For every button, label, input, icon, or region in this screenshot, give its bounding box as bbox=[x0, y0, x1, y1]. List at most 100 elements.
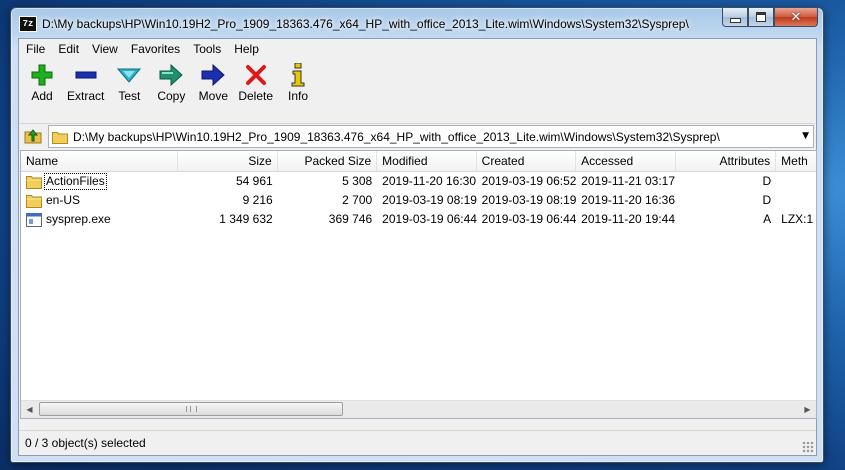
menu-edit[interactable]: Edit bbox=[51, 39, 85, 59]
scroll-left-icon[interactable]: ◀ bbox=[21, 401, 38, 418]
folder-icon bbox=[52, 130, 68, 144]
window-title: D:\My backups\HP\Win10.19H2_Pro_1909_183… bbox=[42, 17, 689, 31]
title-bar[interactable]: 7z D:\My backups\HP\Win10.19H2_Pro_1909_… bbox=[11, 8, 823, 38]
list-header: Name Size Packed Size Modified Created A… bbox=[21, 151, 816, 172]
created-cell: 2019-03-19 08:19 bbox=[481, 193, 577, 207]
method-cell bbox=[776, 172, 816, 191]
delete-button[interactable]: Delete bbox=[234, 62, 277, 118]
close-button[interactable]: ✕ bbox=[774, 8, 818, 27]
size-cell: 54 961 bbox=[235, 174, 273, 188]
list-item[interactable]: en-US 9 216 2 700 2019-03-19 08:19 2019-… bbox=[21, 191, 816, 210]
column-header-created[interactable]: Created bbox=[477, 151, 577, 171]
method-cell bbox=[776, 191, 816, 210]
attributes-cell: D bbox=[762, 193, 772, 207]
attributes-cell: A bbox=[763, 212, 772, 226]
app-window: 7z D:\My backups\HP\Win10.19H2_Pro_1909_… bbox=[10, 7, 824, 463]
menu-view[interactable]: View bbox=[85, 39, 124, 59]
grip-icon bbox=[186, 406, 197, 412]
scroll-right-icon[interactable]: ▶ bbox=[799, 401, 816, 418]
check-icon bbox=[115, 62, 143, 88]
packed-size-cell: 2 700 bbox=[342, 193, 373, 207]
minimize-button[interactable] bbox=[722, 8, 748, 27]
size-cell: 9 216 bbox=[242, 193, 273, 207]
path-combobox[interactable]: D:\My backups\HP\Win10.19H2_Pro_1909_183… bbox=[48, 125, 814, 148]
status-bar: 0 / 3 object(s) selected bbox=[19, 430, 816, 455]
caption-buttons: ✕ bbox=[722, 8, 818, 28]
folder-icon bbox=[26, 194, 42, 208]
attributes-cell: D bbox=[762, 174, 772, 188]
copy-arrow-icon bbox=[157, 62, 185, 88]
up-folder-icon bbox=[24, 129, 42, 144]
selection-status: 0 / 3 object(s) selected bbox=[25, 436, 146, 450]
toolbar: Add Extract Test Copy Move Delete Info bbox=[19, 62, 816, 118]
delete-x-icon bbox=[242, 62, 270, 88]
list-rows: ActionFiles 54 961 5 308 2019-11-20 16:3… bbox=[21, 172, 816, 229]
size-cell: 1 349 632 bbox=[219, 212, 273, 226]
packed-size-cell: 5 308 bbox=[342, 174, 373, 188]
column-header-accessed[interactable]: Accessed bbox=[576, 151, 676, 171]
accessed-cell: 2019-11-21 03:17 bbox=[581, 174, 676, 188]
accessed-cell: 2019-11-20 19:44 bbox=[581, 212, 676, 226]
method-cell: LZX:1 bbox=[781, 212, 814, 226]
name-cell: sysprep.exe bbox=[21, 210, 178, 229]
column-header-name[interactable]: Name bbox=[21, 151, 179, 171]
packed-size-cell: 369 746 bbox=[328, 212, 373, 226]
test-label: Test bbox=[118, 89, 141, 103]
column-header-packed-size[interactable]: Packed Size bbox=[278, 151, 378, 171]
name-cell: ActionFiles bbox=[21, 172, 178, 191]
created-cell: 2019-03-19 06:44 bbox=[481, 212, 577, 226]
column-header-attributes[interactable]: Attributes bbox=[676, 151, 777, 171]
column-header-size[interactable]: Size bbox=[178, 151, 278, 171]
move-button[interactable]: Move bbox=[192, 62, 234, 118]
close-icon: ✕ bbox=[790, 9, 802, 25]
file-list: Name Size Packed Size Modified Created A… bbox=[20, 150, 817, 419]
menu-bar: File Edit View Favorites Tools Help bbox=[19, 39, 816, 59]
column-header-modified[interactable]: Modified bbox=[377, 151, 477, 171]
maximize-button[interactable] bbox=[748, 8, 774, 27]
add-button[interactable]: Add bbox=[21, 62, 63, 118]
up-folder-button[interactable] bbox=[23, 127, 43, 145]
menu-tools[interactable]: Tools bbox=[186, 39, 227, 59]
7zip-app-icon[interactable]: 7z bbox=[19, 16, 37, 32]
list-item[interactable]: ActionFiles 54 961 5 308 2019-11-20 16:3… bbox=[21, 172, 816, 191]
move-arrow-icon bbox=[199, 62, 227, 88]
maximize-icon bbox=[756, 12, 766, 22]
info-button[interactable]: Info bbox=[277, 62, 319, 118]
exe-file-icon bbox=[26, 212, 42, 227]
file-name: sysprep.exe bbox=[46, 212, 111, 226]
resize-grip-icon[interactable] bbox=[802, 441, 814, 453]
info-label: Info bbox=[288, 89, 309, 103]
move-label: Move bbox=[198, 89, 229, 103]
copy-button[interactable]: Copy bbox=[150, 62, 192, 118]
scrollbar-thumb[interactable] bbox=[39, 402, 343, 416]
plus-icon bbox=[28, 62, 56, 88]
add-label: Add bbox=[31, 89, 53, 103]
path-text: D:\My backups\HP\Win10.19H2_Pro_1909_183… bbox=[73, 129, 720, 144]
extract-label: Extract bbox=[67, 89, 105, 103]
minus-icon bbox=[72, 62, 100, 88]
column-header-method[interactable]: Meth bbox=[776, 151, 816, 171]
horizontal-scrollbar[interactable]: ◀ ▶ bbox=[21, 400, 816, 418]
client-area: File Edit View Favorites Tools Help Add … bbox=[18, 38, 817, 456]
address-bar: D:\My backups\HP\Win10.19H2_Pro_1909_183… bbox=[20, 123, 815, 148]
created-cell: 2019-03-19 06:52 bbox=[481, 174, 577, 188]
delete-label: Delete bbox=[238, 89, 274, 103]
test-button[interactable]: Test bbox=[108, 62, 150, 118]
file-name: ActionFiles bbox=[44, 173, 107, 190]
menu-help[interactable]: Help bbox=[227, 39, 265, 59]
list-item[interactable]: sysprep.exe 1 349 632 369 746 2019-03-19… bbox=[21, 210, 816, 229]
modified-cell: 2019-03-19 08:19 bbox=[382, 193, 477, 207]
name-cell: en-US bbox=[21, 191, 178, 210]
file-name: en-US bbox=[46, 193, 81, 207]
dropdown-arrow-icon[interactable]: ▼ bbox=[802, 131, 809, 141]
extract-button[interactable]: Extract bbox=[63, 62, 108, 118]
accessed-cell: 2019-11-20 16:36 bbox=[581, 193, 676, 207]
menu-file[interactable]: File bbox=[19, 39, 51, 59]
minimize-icon bbox=[729, 17, 741, 23]
info-icon bbox=[284, 62, 312, 88]
copy-label: Copy bbox=[157, 89, 186, 103]
folder-icon bbox=[26, 175, 42, 189]
modified-cell: 2019-11-20 16:30 bbox=[382, 174, 477, 188]
menu-favorites[interactable]: Favorites bbox=[124, 39, 186, 59]
modified-cell: 2019-03-19 06:44 bbox=[382, 212, 477, 226]
